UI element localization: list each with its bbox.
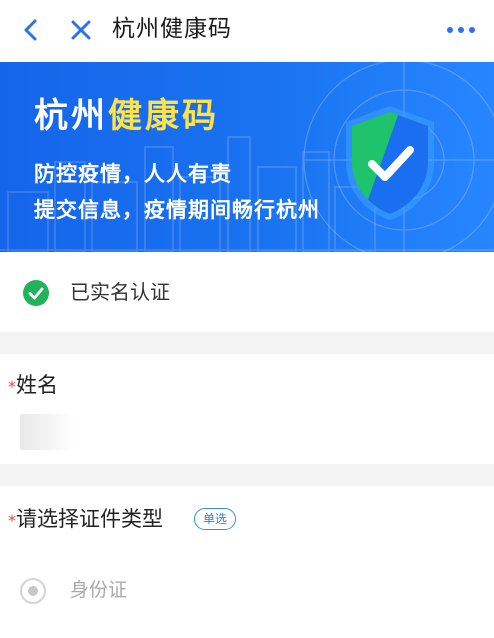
banner-title: 杭州健康码	[34, 96, 219, 136]
name-field-label: *姓名	[8, 373, 58, 397]
single-choice-badge: 单选	[194, 508, 237, 530]
chevron-left-icon	[24, 19, 37, 41]
verified-label: 已实名认证	[70, 280, 170, 304]
banner-slogan-2: 提交信息，疫情期间畅行杭州	[34, 198, 320, 222]
close-icon	[71, 20, 91, 40]
more-menu-button[interactable]	[444, 18, 478, 42]
name-field-value-blurred[interactable]	[20, 414, 74, 450]
real-name-verified-row: 已实名认证	[0, 252, 494, 332]
radio-id-card[interactable]	[20, 578, 46, 604]
back-button[interactable]	[14, 13, 48, 47]
page-title: 杭州健康码	[112, 16, 232, 42]
more-dots-icon	[447, 27, 453, 33]
top-nav-bar: 杭州健康码	[0, 0, 494, 62]
check-circle-icon	[23, 280, 49, 306]
id-type-section: *请选择证件类型 单选 身份证	[0, 486, 494, 638]
shield-check-icon	[346, 106, 434, 220]
required-asterisk: *	[8, 511, 16, 530]
banner-slogan-1: 防控疫情，人人有责	[34, 162, 232, 186]
id-card-option-label[interactable]: 身份证	[70, 576, 127, 604]
required-asterisk: *	[8, 377, 16, 396]
radio-dot-icon	[28, 586, 38, 596]
id-type-label: *请选择证件类型	[8, 507, 163, 531]
name-field-section: *姓名	[0, 354, 494, 464]
close-button[interactable]	[64, 13, 98, 47]
health-code-banner: 杭州健康码 防控疫情，人人有责 提交信息，疫情期间畅行杭州	[0, 62, 494, 252]
